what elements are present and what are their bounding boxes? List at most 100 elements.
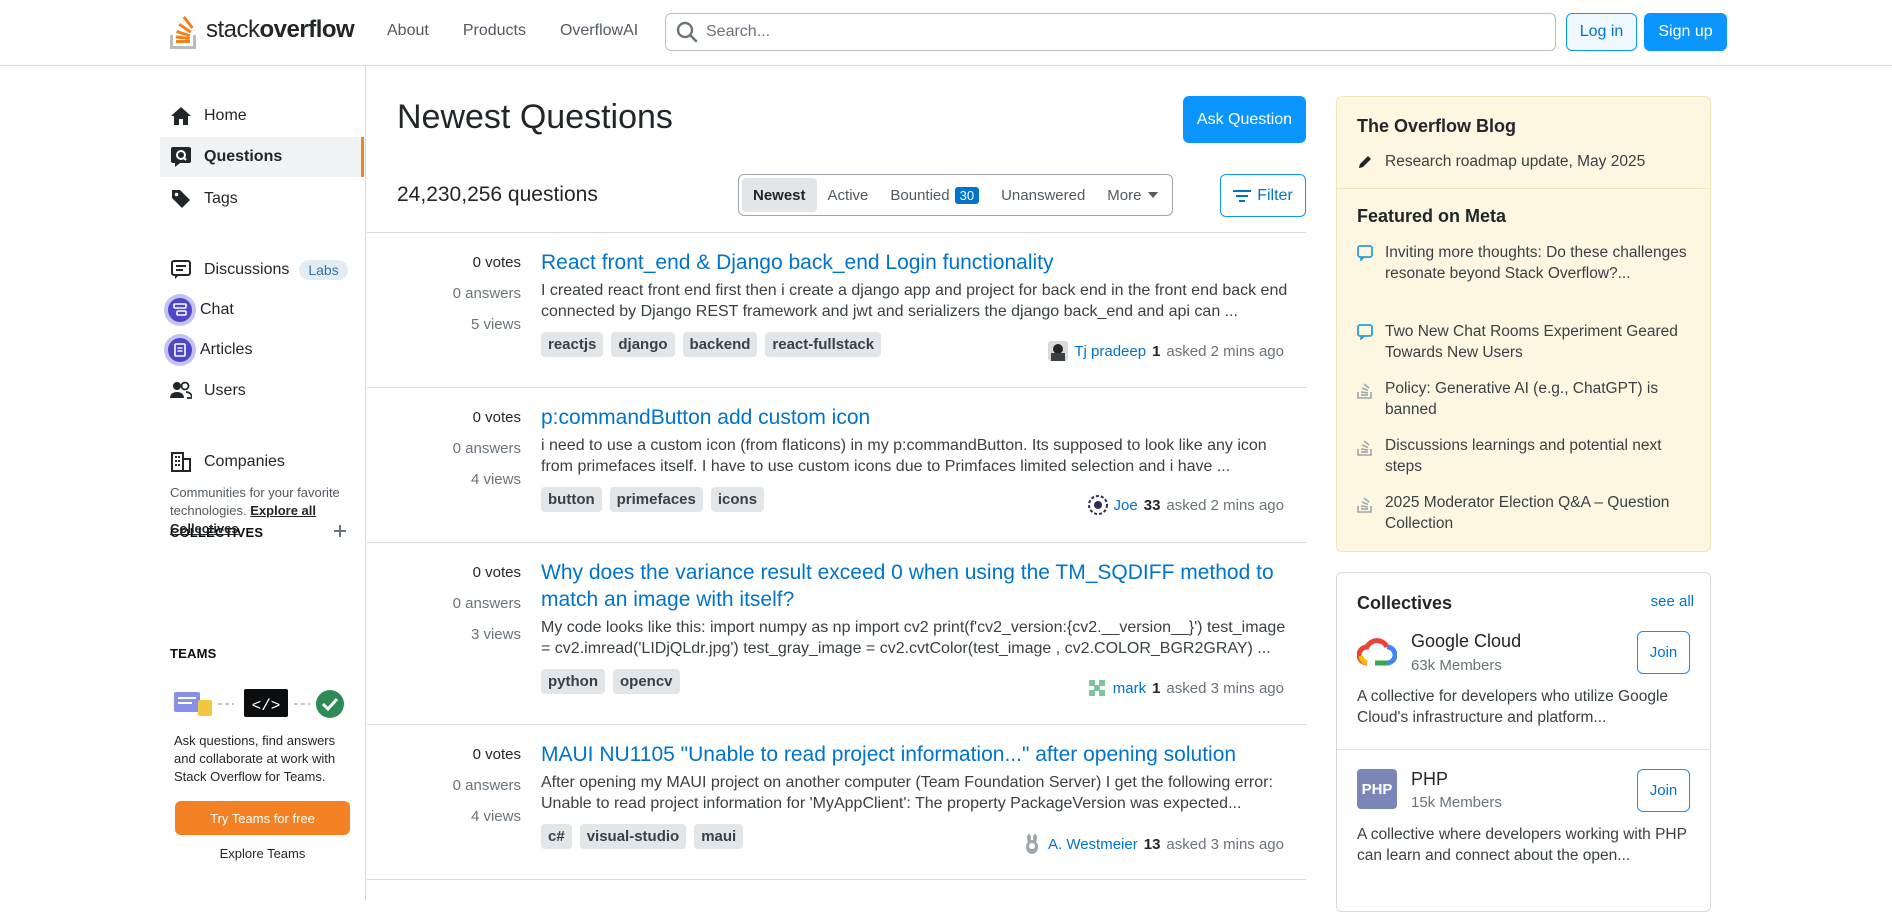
asked-time[interactable]: asked 3 mins ago	[1166, 836, 1284, 853]
meta-item[interactable]: Discussions learnings and potential next…	[1357, 435, 1697, 477]
stackoverflow-logo[interactable]: stackoverflow	[170, 10, 355, 50]
join-button[interactable]: Join	[1637, 769, 1690, 812]
google-cloud-logo-icon[interactable]	[1357, 633, 1397, 673]
question-summary: 0 votes 0 answers 4 views MAUI NU1105 "U…	[367, 725, 1306, 880]
login-button[interactable]: Log in	[1566, 13, 1637, 51]
sidebar-item-questions[interactable]: Questions	[160, 137, 364, 177]
collective-members: 15k Members	[1411, 794, 1502, 811]
question-title-link[interactable]: React front_end & Django back_end Login …	[541, 249, 1293, 276]
user-name-link[interactable]: mark	[1113, 680, 1146, 697]
asked-time[interactable]: asked 2 mins ago	[1166, 343, 1284, 360]
divider	[1337, 749, 1710, 750]
sidebar-item-home[interactable]: Home	[160, 96, 364, 136]
question-title-link[interactable]: p:commandButton add custom icon	[541, 404, 1293, 431]
asked-time[interactable]: asked 2 mins ago	[1166, 497, 1284, 514]
question-title-link[interactable]: MAUI NU1105 "Unable to read project info…	[541, 741, 1293, 768]
signup-button[interactable]: Sign up	[1644, 13, 1727, 51]
tag-icons[interactable]: icons	[710, 487, 765, 512]
tag-csharp[interactable]: c#	[541, 824, 572, 849]
explore-teams-link[interactable]: Explore Teams	[175, 846, 350, 861]
tag-react-fullstack[interactable]: react-fullstack	[765, 332, 882, 357]
sidebar-item-users[interactable]: Users	[160, 371, 364, 411]
tag-button[interactable]: button	[541, 487, 602, 512]
question-excerpt: i need to use a custom icon (from flatic…	[541, 437, 1267, 475]
tag-python[interactable]: python	[541, 669, 605, 694]
top-nav: About Products OverflowAI	[370, 20, 655, 42]
nav-overflowai[interactable]: OverflowAI	[543, 20, 655, 42]
user-avatar[interactable]	[1048, 341, 1069, 361]
teams-illustration: </>	[174, 689, 344, 718]
meta-item[interactable]: Inviting more thoughts: Do these challen…	[1357, 242, 1697, 284]
search-input[interactable]	[706, 23, 1526, 41]
user-reputation: 1	[1152, 679, 1161, 697]
tab-unanswered[interactable]: Unanswered	[990, 178, 1096, 212]
collective-name[interactable]: PHP	[1411, 769, 1448, 790]
meta-item[interactable]: 2025 Moderator Election Q&A – Question C…	[1357, 492, 1697, 534]
sidebar-item-articles[interactable]: Articles	[160, 330, 364, 370]
user-avatar[interactable]	[1086, 678, 1107, 698]
sidebar-item-chat[interactable]: Chat	[160, 290, 364, 330]
tab-active[interactable]: Active	[817, 178, 880, 212]
question-title-link[interactable]: Why does the variance result exceed 0 wh…	[541, 559, 1293, 613]
tab-bountied[interactable]: Bountied 30	[879, 178, 990, 212]
sidebar-item-companies[interactable]: Companies	[160, 442, 364, 482]
user-name-link[interactable]: A. Westmeier	[1048, 836, 1138, 853]
tag-opencv[interactable]: opencv	[613, 669, 680, 694]
sidebar-item-label: Chat	[200, 301, 234, 318]
answer-count: 0 answers	[452, 595, 521, 612]
collective-name[interactable]: Google Cloud	[1411, 631, 1521, 652]
tab-newest[interactable]: Newest	[742, 178, 817, 212]
collectives-description: Communities for your favorite technologi…	[170, 485, 340, 536]
sidebar-item-label: Tags	[204, 190, 238, 207]
tag-maui[interactable]: maui	[694, 824, 744, 849]
nav-about[interactable]: About	[370, 20, 446, 42]
user-name-link[interactable]: Joe	[1114, 497, 1138, 514]
stack-exchange-icon	[1357, 378, 1385, 420]
try-teams-button[interactable]: Try Teams for free	[175, 801, 350, 835]
nav-products[interactable]: Products	[446, 20, 543, 42]
tag-backend[interactable]: backend	[682, 332, 758, 357]
search-box[interactable]	[665, 13, 1556, 51]
tab-more[interactable]: More	[1096, 178, 1169, 212]
teams-description: Ask questions, find answers and collabor…	[174, 733, 336, 784]
answer-count: 0 answers	[452, 285, 521, 302]
tag-django[interactable]: django	[611, 332, 675, 357]
chat-icon	[164, 294, 196, 326]
vote-count: 0 votes	[472, 409, 521, 426]
user-reputation: 13	[1143, 835, 1161, 853]
collectives-widget: Collectives see all Google Cloud 63k Mem…	[1336, 572, 1711, 912]
tag-primefaces[interactable]: primefaces	[609, 487, 703, 512]
ask-question-button[interactable]: Ask Question	[1183, 96, 1306, 143]
answer-count: 0 answers	[452, 777, 521, 794]
articles-icon	[164, 334, 196, 366]
question-summary: 0 votes 0 answers 4 views p:commandButto…	[367, 388, 1306, 543]
user-name-link[interactable]: Tj pradeep	[1074, 343, 1146, 360]
view-count: 5 views	[470, 316, 521, 333]
user-reputation: 33	[1143, 496, 1161, 514]
sidebar-item-discussions[interactable]: Discussions Labs	[160, 250, 364, 290]
asked-time[interactable]: asked 3 mins ago	[1166, 680, 1284, 697]
overflow-blog-widget: The Overflow Blog Research roadmap updat…	[1336, 96, 1711, 552]
vote-count: 0 votes	[472, 564, 521, 581]
filter-button[interactable]: Filter	[1220, 174, 1306, 217]
tag-reactjs[interactable]: reactjs	[541, 332, 604, 357]
question-list: 0 votes 0 answers 5 views React front_en…	[367, 232, 1306, 880]
user-avatar[interactable]	[1021, 834, 1042, 854]
users-icon	[170, 380, 192, 402]
php-logo-icon[interactable]: PHP	[1357, 769, 1397, 809]
sidebar-item-label: Companies	[204, 453, 285, 470]
bounty-count-badge: 30	[954, 186, 980, 204]
meta-item[interactable]: Policy: Generative AI (e.g., ChatGPT) is…	[1357, 378, 1697, 420]
user-avatar[interactable]	[1087, 495, 1108, 515]
vote-count: 0 votes	[472, 254, 521, 271]
sidebar-item-tags[interactable]: Tags	[160, 179, 364, 219]
tag-visual-studio[interactable]: visual-studio	[579, 824, 687, 849]
companies-icon	[170, 451, 192, 473]
sidebar-item-label: Discussions	[204, 261, 290, 278]
question-meta: Tj pradeep 1 asked 2 mins ago	[1048, 341, 1284, 361]
labs-badge: Labs	[299, 260, 348, 280]
meta-item[interactable]: Two New Chat Rooms Experiment Geared Tow…	[1357, 321, 1697, 363]
blog-item[interactable]: Research roadmap update, May 2025	[1357, 151, 1697, 176]
join-button[interactable]: Join	[1637, 631, 1690, 674]
see-all-link[interactable]: see all	[1651, 593, 1694, 610]
